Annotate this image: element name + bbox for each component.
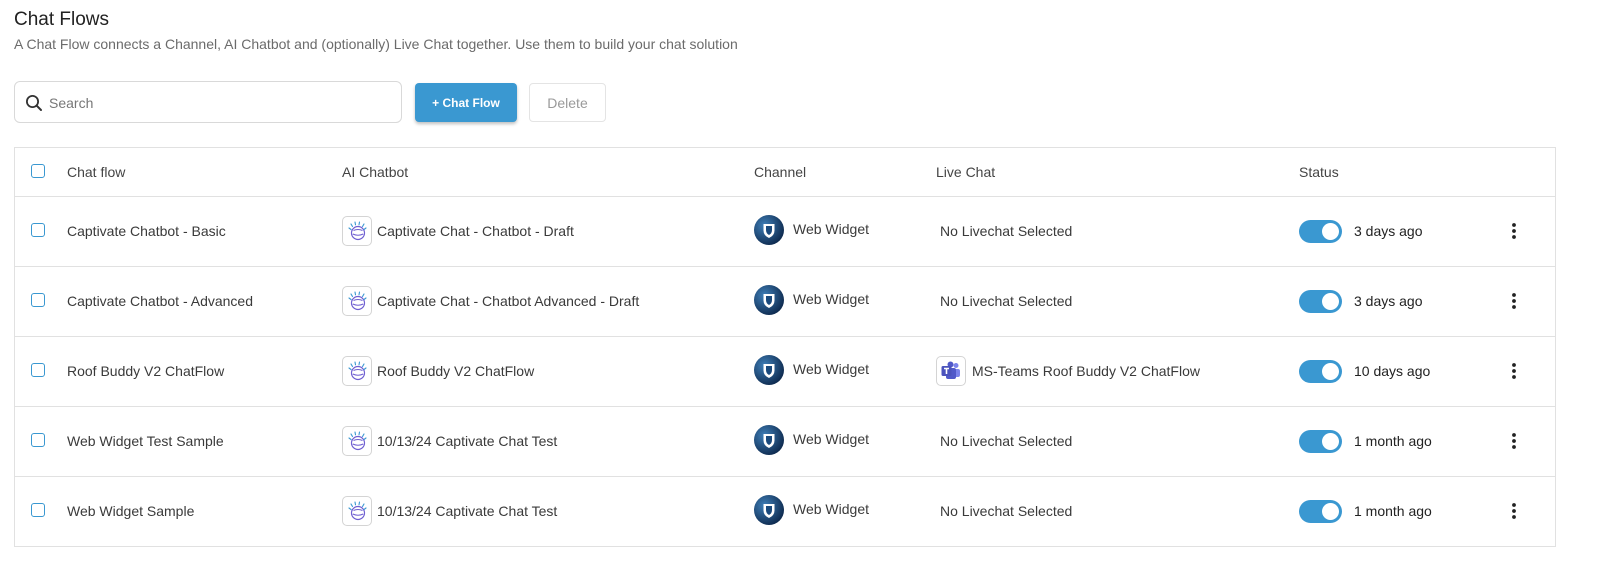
add-chat-flow-button[interactable]: + Chat Flow [415, 83, 517, 122]
ai-chatbot-cell: Captivate Chat - Chatbot Advanced - Draf… [342, 266, 639, 336]
status-toggle[interactable] [1299, 500, 1342, 523]
channel-cell: Web Widget [754, 336, 869, 406]
row-checkbox[interactable] [31, 363, 45, 377]
status-toggle[interactable] [1299, 360, 1342, 383]
search-input[interactable] [47, 82, 391, 124]
toggle-knob [1322, 223, 1339, 240]
page-title: Chat Flows [14, 9, 110, 30]
more-vertical-icon[interactable] [1505, 221, 1523, 241]
chat-flow-name[interactable]: Captivate Chatbot - Advanced [67, 266, 253, 336]
column-header-live-chat[interactable]: Live Chat [936, 148, 995, 196]
chat-flows-table: Chat flow AI Chatbot Channel Live Chat S… [14, 147, 1556, 547]
live-chat-name: No Livechat Selected [940, 293, 1073, 309]
web-widget-icon [754, 215, 784, 245]
table-row[interactable]: Roof Buddy V2 ChatFlow Roof Buddy V2 Chat… [15, 336, 1555, 407]
web-widget-icon [754, 355, 784, 385]
table-row[interactable]: Web Widget Sample 10/13/24 Captivate Chat… [15, 476, 1555, 546]
channel-cell: Web Widget [754, 196, 869, 266]
column-header-status[interactable]: Status [1299, 148, 1339, 196]
live-chat-name: MS-Teams Roof Buddy V2 ChatFlow [972, 363, 1200, 379]
web-widget-icon [754, 495, 784, 525]
live-chat-name: No Livechat Selected [940, 433, 1073, 449]
more-vertical-icon[interactable] [1505, 501, 1523, 521]
select-all-checkbox[interactable] [31, 164, 45, 178]
toggle-knob [1322, 433, 1339, 450]
column-header-chat-flow[interactable]: Chat flow [67, 148, 125, 196]
toggle-knob [1322, 363, 1339, 380]
watson-assistant-icon [342, 426, 372, 456]
channel-cell: Web Widget [754, 476, 869, 546]
row-checkbox[interactable] [31, 223, 45, 237]
status-toggle[interactable] [1299, 430, 1342, 453]
last-updated: 1 month ago [1354, 433, 1432, 449]
more-vertical-icon[interactable] [1505, 431, 1523, 451]
last-updated: 3 days ago [1354, 293, 1423, 309]
last-updated: 1 month ago [1354, 503, 1432, 519]
web-widget-icon [754, 425, 784, 455]
status-toggle[interactable] [1299, 220, 1342, 243]
watson-assistant-icon [342, 356, 372, 386]
more-vertical-icon[interactable] [1505, 361, 1523, 381]
channel-name: Web Widget [793, 431, 869, 447]
channel-name: Web Widget [793, 221, 869, 237]
ai-chatbot-cell: Roof Buddy V2 ChatFlow [342, 336, 534, 406]
chat-flow-name[interactable]: Web Widget Sample [67, 476, 194, 546]
table-header: Chat flow AI Chatbot Channel Live Chat S… [15, 148, 1555, 197]
search-box[interactable] [14, 81, 402, 124]
status-toggle[interactable] [1299, 290, 1342, 313]
chat-flow-name[interactable]: Web Widget Test Sample [67, 406, 224, 476]
row-checkbox[interactable] [31, 503, 45, 517]
live-chat-cell: No Livechat Selected [940, 406, 1072, 476]
live-chat-cell: No Livechat Selected [940, 476, 1072, 546]
column-header-channel[interactable]: Channel [754, 148, 806, 196]
teams-icon [936, 356, 966, 386]
ai-chatbot-cell: Captivate Chat - Chatbot - Draft [342, 196, 574, 266]
live-chat-name: No Livechat Selected [940, 503, 1073, 519]
watson-assistant-icon [342, 216, 372, 246]
toggle-knob [1322, 503, 1339, 520]
search-icon [26, 95, 42, 111]
row-checkbox[interactable] [31, 433, 45, 447]
live-chat-cell: No Livechat Selected [940, 196, 1072, 266]
channel-cell: Web Widget [754, 406, 869, 476]
ai-chatbot-name: Captivate Chat - Chatbot Advanced - Draf… [377, 293, 640, 309]
last-updated: 10 days ago [1354, 363, 1431, 379]
channel-name: Web Widget [793, 291, 869, 307]
web-widget-icon [754, 285, 784, 315]
last-updated: 3 days ago [1354, 223, 1423, 239]
table-row[interactable]: Web Widget Test Sample 10/13/24 Captivate… [15, 406, 1555, 477]
chat-flow-name[interactable]: Roof Buddy V2 ChatFlow [67, 336, 224, 406]
channel-name: Web Widget [793, 361, 869, 377]
chat-flow-name[interactable]: Captivate Chatbot - Basic [67, 196, 226, 266]
ai-chatbot-name: Captivate Chat - Chatbot - Draft [377, 223, 574, 239]
ai-chatbot-name: 10/13/24 Captivate Chat Test [377, 433, 558, 449]
more-vertical-icon[interactable] [1505, 291, 1523, 311]
live-chat-cell: MS-Teams Roof Buddy V2 ChatFlow [936, 336, 1200, 406]
watson-assistant-icon [342, 286, 372, 316]
channel-cell: Web Widget [754, 266, 869, 336]
toggle-knob [1322, 293, 1339, 310]
ai-chatbot-cell: 10/13/24 Captivate Chat Test [342, 406, 557, 476]
ai-chatbot-cell: 10/13/24 Captivate Chat Test [342, 476, 557, 546]
page-subtitle: A Chat Flow connects a Channel, AI Chatb… [14, 36, 738, 52]
table-row[interactable]: Captivate Chatbot - Advanced Captivate Ch… [15, 266, 1555, 337]
ai-chatbot-name: 10/13/24 Captivate Chat Test [377, 503, 558, 519]
live-chat-cell: No Livechat Selected [940, 266, 1072, 336]
table-row[interactable]: Captivate Chatbot - Basic Captivate Chat … [15, 196, 1555, 267]
ai-chatbot-name: Roof Buddy V2 ChatFlow [377, 363, 535, 379]
delete-button[interactable]: Delete [529, 83, 606, 122]
channel-name: Web Widget [793, 501, 869, 517]
row-checkbox[interactable] [31, 293, 45, 307]
watson-assistant-icon [342, 496, 372, 526]
column-header-ai-chatbot[interactable]: AI Chatbot [342, 148, 408, 196]
chat-flows-page: Chat Flows A Chat Flow connects a Channe… [0, 0, 1610, 575]
live-chat-name: No Livechat Selected [940, 223, 1073, 239]
